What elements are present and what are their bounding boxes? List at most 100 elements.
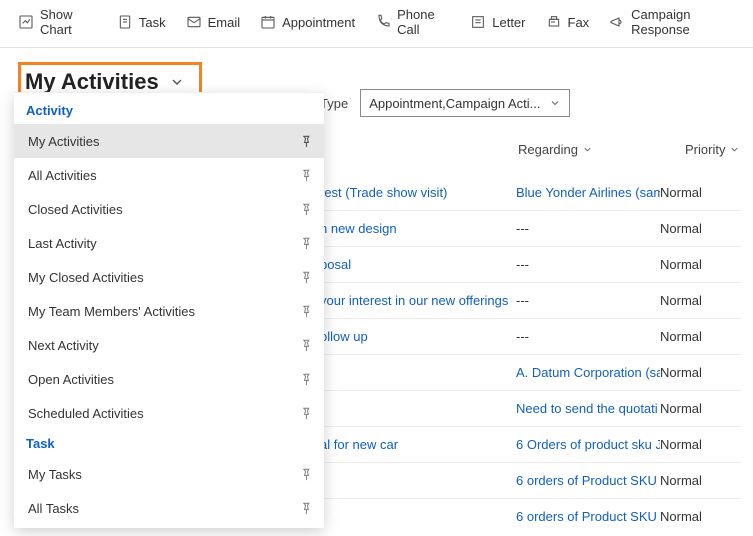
- letter-icon: [470, 14, 486, 30]
- pin-icon[interactable]: [298, 466, 314, 482]
- cmd-letter[interactable]: Letter: [460, 10, 535, 34]
- table-row[interactable]: ollow up---Normal: [320, 318, 741, 354]
- chevron-down-icon: [582, 144, 593, 155]
- pin-icon[interactable]: [298, 133, 314, 149]
- table-row[interactable]: your interest in our new offerings---Nor…: [320, 282, 741, 318]
- column-header-label: Regarding: [518, 142, 578, 157]
- activity-type-combo[interactable]: Appointment,Campaign Acti...: [360, 89, 570, 117]
- cell-priority: Normal: [660, 329, 720, 344]
- pin-icon[interactable]: [298, 269, 314, 285]
- flyout-group-header: Task: [14, 430, 324, 457]
- flyout-item[interactable]: Next Activity: [14, 328, 324, 362]
- flyout-item-label: Closed Activities: [28, 202, 123, 217]
- cell-priority: Normal: [660, 509, 720, 524]
- calendar-icon: [260, 14, 276, 30]
- cell-regarding[interactable]: Blue Yonder Airlines (sam: [516, 185, 660, 200]
- cmd-label: Appointment: [282, 15, 355, 30]
- flyout-group-header: Activity: [14, 97, 324, 124]
- pin-icon[interactable]: [298, 167, 314, 183]
- table-row[interactable]: 6 orders of Product SKU .Normal: [320, 498, 741, 534]
- cell-regarding: ---: [516, 257, 660, 272]
- pin-icon[interactable]: [298, 235, 314, 251]
- flyout-item[interactable]: Closed Activities: [14, 192, 324, 226]
- view-flyout: ActivityMy Activities All Activities Close…: [14, 92, 324, 528]
- column-header-regarding[interactable]: Regarding: [518, 142, 593, 157]
- flyout-item[interactable]: All Activities: [14, 158, 324, 192]
- flyout-item-label: All Activities: [28, 168, 97, 183]
- cell-priority: Normal: [660, 221, 720, 236]
- campaign-icon: [609, 14, 625, 30]
- column-header-label: Priority: [685, 142, 725, 157]
- table-row[interactable]: A. Datum Corporation (saNormal: [320, 354, 741, 390]
- cmd-task[interactable]: Task: [107, 10, 176, 34]
- pin-icon[interactable]: [298, 303, 314, 319]
- cmd-fax[interactable]: Fax: [536, 10, 600, 34]
- flyout-group-header: Phone Call: [14, 525, 324, 528]
- flyout-item-label: My Closed Activities: [28, 270, 144, 285]
- cmd-phone-call[interactable]: Phone Call: [365, 3, 460, 41]
- table-row[interactable]: Need to send the quotatiNormal: [320, 390, 741, 426]
- cmd-appointment[interactable]: Appointment: [250, 10, 365, 34]
- email-icon: [186, 14, 202, 30]
- cell-subject[interactable]: your interest in our new offerings: [320, 293, 516, 308]
- filter-bar: Type Appointment,Campaign Acti...: [320, 89, 570, 117]
- cmd-label: Fax: [568, 15, 590, 30]
- column-headers: Regarding Priority: [320, 142, 753, 157]
- cell-subject[interactable]: n new design: [320, 221, 516, 236]
- cell-priority: Normal: [660, 293, 720, 308]
- view-flyout-scroll[interactable]: ActivityMy Activities All Activities Close…: [14, 93, 324, 528]
- pin-icon[interactable]: [298, 371, 314, 387]
- cell-regarding[interactable]: 6 orders of Product SKU .: [516, 473, 660, 488]
- flyout-item[interactable]: My Closed Activities: [14, 260, 324, 294]
- chevron-down-icon: [549, 97, 561, 109]
- cell-subject[interactable]: posal: [320, 257, 516, 272]
- flyout-item-label: Next Activity: [28, 338, 99, 353]
- table-row[interactable]: n new design---Normal: [320, 210, 741, 246]
- cell-priority: Normal: [660, 437, 720, 452]
- cmd-show-chart[interactable]: Show Chart: [8, 3, 107, 41]
- flyout-item[interactable]: My Tasks: [14, 457, 324, 491]
- cmd-label: Campaign Response: [631, 7, 735, 37]
- column-header-priority[interactable]: Priority: [685, 142, 740, 157]
- cell-regarding: ---: [516, 329, 660, 344]
- flyout-item[interactable]: Open Activities: [14, 362, 324, 396]
- pin-icon[interactable]: [298, 337, 314, 353]
- flyout-item-label: All Tasks: [28, 501, 79, 516]
- cmd-label: Task: [139, 15, 166, 30]
- cell-subject[interactable]: rest (Trade show visit): [320, 185, 516, 200]
- flyout-item[interactable]: Scheduled Activities: [14, 396, 324, 430]
- chevron-down-icon: [169, 74, 185, 90]
- flyout-item-label: Last Activity: [28, 236, 97, 251]
- cmd-email[interactable]: Email: [176, 10, 251, 34]
- flyout-item[interactable]: All Tasks: [14, 491, 324, 525]
- command-bar: Show Chart Task Email Appointment Phone Call…: [0, 0, 753, 48]
- phone-icon: [375, 14, 391, 30]
- cell-regarding[interactable]: A. Datum Corporation (sa: [516, 365, 660, 380]
- table-row[interactable]: rest (Trade show visit)Blue Yonder Airli…: [320, 174, 741, 210]
- cell-regarding[interactable]: Need to send the quotati: [516, 401, 660, 416]
- fax-icon: [546, 14, 562, 30]
- table-row[interactable]: al for new car6 Orders of product sku JN…: [320, 426, 741, 462]
- pin-icon[interactable]: [298, 201, 314, 217]
- cell-regarding: ---: [516, 293, 660, 308]
- flyout-item-label: Scheduled Activities: [28, 406, 144, 421]
- activity-type-label: Type: [320, 96, 350, 111]
- flyout-item[interactable]: Last Activity: [14, 226, 324, 260]
- flyout-item-label: My Tasks: [28, 467, 82, 482]
- cell-regarding: ---: [516, 221, 660, 236]
- table-row[interactable]: posal---Normal: [320, 246, 741, 282]
- cmd-label: Phone Call: [397, 7, 450, 37]
- task-icon: [117, 14, 133, 30]
- flyout-item[interactable]: My Team Members' Activities: [14, 294, 324, 328]
- pin-icon[interactable]: [298, 405, 314, 421]
- cmd-campaign-response[interactable]: Campaign Response: [599, 3, 745, 41]
- cell-regarding[interactable]: 6 orders of Product SKU .: [516, 509, 660, 524]
- cell-subject[interactable]: ollow up: [320, 329, 516, 344]
- chevron-down-icon: [729, 144, 740, 155]
- cell-subject[interactable]: al for new car: [320, 437, 516, 452]
- cell-regarding[interactable]: 6 Orders of product sku J: [516, 437, 660, 452]
- cmd-label: Letter: [492, 15, 525, 30]
- flyout-item[interactable]: My Activities: [14, 124, 324, 158]
- table-row[interactable]: 6 orders of Product SKU .Normal: [320, 462, 741, 498]
- pin-icon[interactable]: [298, 500, 314, 516]
